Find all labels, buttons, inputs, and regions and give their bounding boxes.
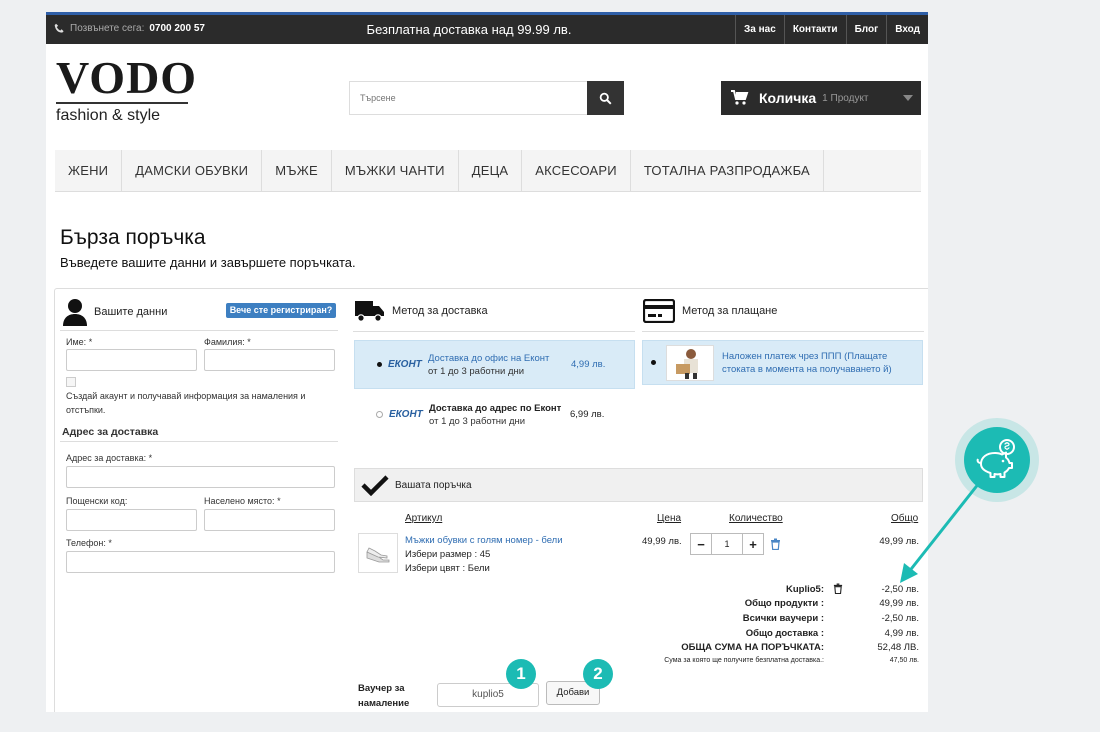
arrow-annotation	[900, 477, 985, 583]
piggy-bank-badge	[964, 427, 1030, 493]
piggy-bank-icon	[976, 439, 1015, 478]
